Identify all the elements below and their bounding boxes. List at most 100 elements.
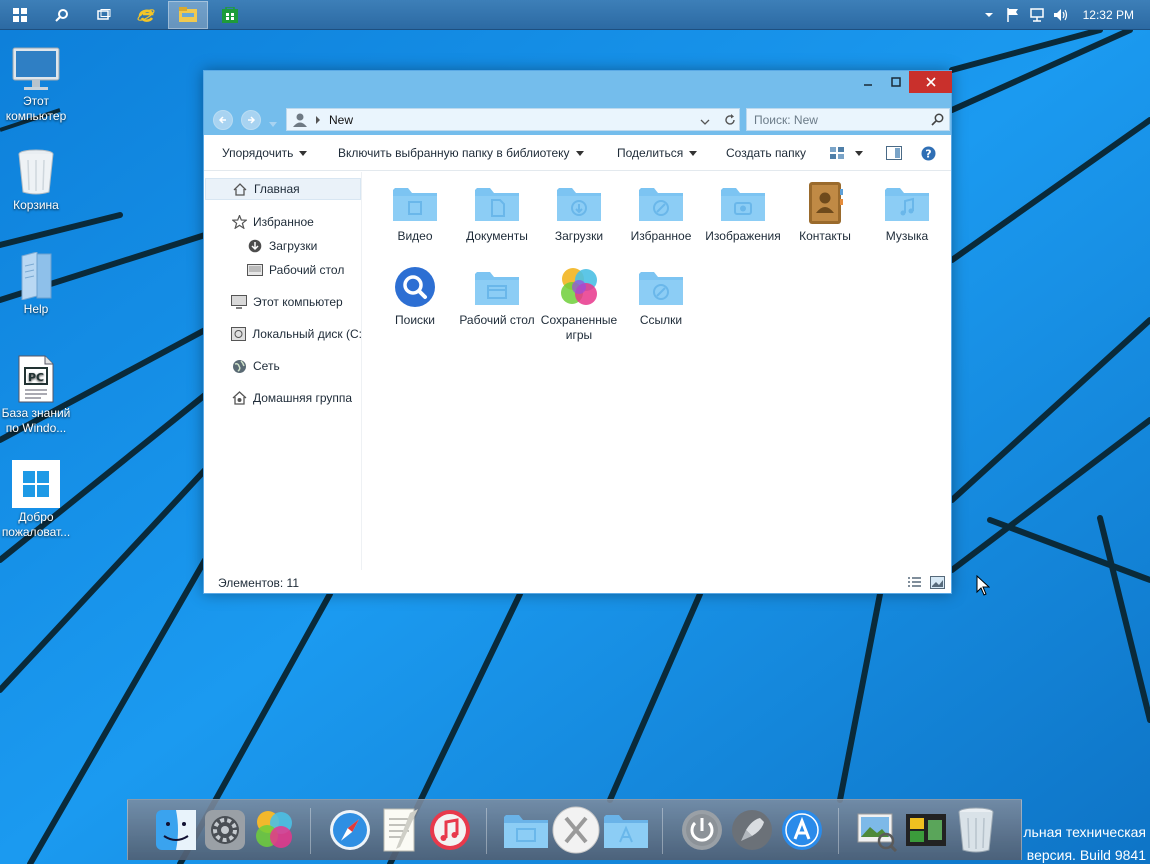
nav-item-this-pc[interactable]: Этот компьютер	[231, 291, 343, 313]
search-input[interactable]	[754, 112, 924, 127]
item-label: Документы	[466, 229, 528, 243]
forward-button[interactable]	[241, 110, 261, 130]
clock[interactable]: 12:32 PM	[1083, 8, 1134, 22]
item-label: Рабочий стол	[459, 313, 535, 327]
nav-item-local-disk[interactable]: Локальный диск (C:	[231, 323, 362, 345]
nav-label: Сеть	[253, 359, 280, 373]
large-icons-view-icon[interactable]	[930, 576, 945, 589]
links-folder-icon	[639, 272, 683, 305]
tray-overflow-button[interactable]	[977, 0, 1001, 30]
dock-item-x[interactable]	[552, 805, 600, 855]
close-button[interactable]	[909, 71, 952, 93]
desktop-icon-this-pc[interactable]: Этот компьютер	[0, 36, 72, 124]
folder-item-desktop[interactable]: Рабочий стол	[457, 265, 537, 328]
title-bar[interactable]	[204, 71, 952, 103]
dock-item-shutdown[interactable]	[678, 805, 726, 855]
dock-item-preview[interactable]	[852, 805, 900, 855]
folder-item-saved-games[interactable]: Сохраненные игры	[539, 265, 619, 343]
globe-icon	[231, 358, 247, 374]
change-view-button[interactable]	[830, 135, 863, 171]
computer-icon	[231, 294, 247, 310]
dock-item-finder[interactable]	[152, 805, 200, 855]
nav-item-favorites[interactable]: Избранное	[231, 211, 314, 233]
preview-pane-button[interactable]	[886, 135, 902, 171]
include-in-library-menu[interactable]: Включить выбранную папку в библиотеку	[338, 135, 584, 171]
app-store-icon	[782, 810, 822, 850]
dock-item-app-store[interactable]	[778, 805, 826, 855]
address-history-dropdown[interactable]	[700, 114, 710, 128]
documents-folder-icon	[475, 188, 519, 221]
folder-item-videos[interactable]: Видео	[375, 181, 455, 244]
task-view-button[interactable]	[84, 1, 124, 29]
dock-item-applications-folder[interactable]	[602, 805, 650, 855]
recent-locations-button[interactable]	[269, 116, 277, 130]
desktop-icon-knowledge-base[interactable]: PC База знаний по Windo...	[0, 348, 72, 436]
desktop-icon-recycle-bin[interactable]: Корзина	[0, 140, 72, 213]
desktop-icon-help[interactable]: Help	[0, 244, 72, 317]
power-icon	[682, 810, 722, 850]
internet-explorer-icon	[137, 8, 155, 22]
start-button[interactable]	[0, 1, 40, 29]
os-x-icon	[552, 806, 600, 854]
nav-item-desktop[interactable]: Рабочий стол	[247, 259, 344, 281]
download-icon	[247, 238, 263, 254]
chevron-down-icon	[984, 12, 993, 17]
new-folder-button[interactable]: Создать папку	[726, 135, 806, 171]
back-button[interactable]	[213, 110, 233, 130]
maximize-icon	[891, 77, 901, 87]
file-explorer-button[interactable]	[168, 0, 208, 29]
address-segment[interactable]: New	[329, 113, 353, 127]
item-label: Сохраненные игры	[540, 313, 618, 342]
search-field[interactable]	[746, 108, 950, 131]
dock-item-photo-booth[interactable]	[902, 805, 950, 855]
nav-item-home[interactable]: Главная	[205, 178, 361, 200]
trash-icon	[18, 149, 54, 195]
dock-item-system-preferences[interactable]	[201, 805, 249, 855]
folder-item-favorites[interactable]: Избранное	[621, 181, 701, 244]
internet-explorer-button[interactable]	[126, 1, 166, 29]
minimize-button[interactable]	[854, 71, 882, 93]
network-button[interactable]	[1025, 0, 1049, 30]
folder-item-downloads[interactable]: Загрузки	[539, 181, 619, 244]
store-button[interactable]	[210, 1, 250, 29]
dock-item-textedit[interactable]	[376, 805, 424, 855]
maximize-button[interactable]	[882, 71, 910, 93]
svg-text:PC: PC	[28, 371, 44, 384]
task-view-icon	[97, 8, 111, 20]
dock-item-safari[interactable]	[326, 805, 374, 855]
search-icon	[395, 267, 435, 307]
organize-menu[interactable]: Упорядочить	[222, 135, 308, 171]
arrow-left-icon	[218, 116, 226, 124]
svg-text:?: ?	[925, 147, 931, 160]
nav-label: Избранное	[253, 215, 314, 229]
taskbar-search-button[interactable]	[42, 1, 82, 29]
dock-item-documents-folder[interactable]	[502, 805, 550, 855]
folder-item-searches[interactable]: Поиски	[375, 265, 455, 328]
nav-item-network[interactable]: Сеть	[231, 355, 280, 377]
folder-item-music[interactable]: Музыка	[867, 181, 947, 244]
desktop-icon-welcome[interactable]: Добро пожаловат...	[0, 452, 72, 540]
share-menu[interactable]: Поделиться	[617, 135, 698, 171]
help-icon: ?	[921, 146, 936, 160]
rocket-icon	[732, 810, 772, 850]
dock-item-game-center[interactable]	[250, 805, 298, 855]
volume-button[interactable]	[1049, 0, 1073, 30]
dock-item-trash[interactable]	[952, 805, 1000, 855]
folder-item-pictures[interactable]: Изображения	[703, 181, 783, 244]
chevron-down-icon	[689, 150, 698, 156]
dock-item-itunes[interactable]	[426, 805, 474, 855]
desktop-icon-label: Корзина	[13, 198, 59, 212]
folder-item-documents[interactable]: Документы	[457, 181, 537, 244]
help-button[interactable]: ?	[921, 135, 936, 171]
nav-item-downloads[interactable]: Загрузки	[247, 235, 317, 257]
dock-item-launchpad[interactable]	[728, 805, 776, 855]
refresh-button[interactable]	[719, 111, 741, 128]
address-field[interactable]: New	[286, 108, 740, 131]
folder-item-links[interactable]: Ссылки	[621, 265, 701, 328]
action-center-button[interactable]	[1001, 0, 1025, 30]
details-view-icon[interactable]	[907, 576, 922, 589]
search-icon[interactable]	[931, 113, 944, 126]
nav-item-homegroup[interactable]: Домашняя группа	[231, 387, 352, 409]
folder-item-contacts[interactable]: Контакты	[785, 181, 865, 244]
pictures-folder-icon	[721, 188, 765, 221]
